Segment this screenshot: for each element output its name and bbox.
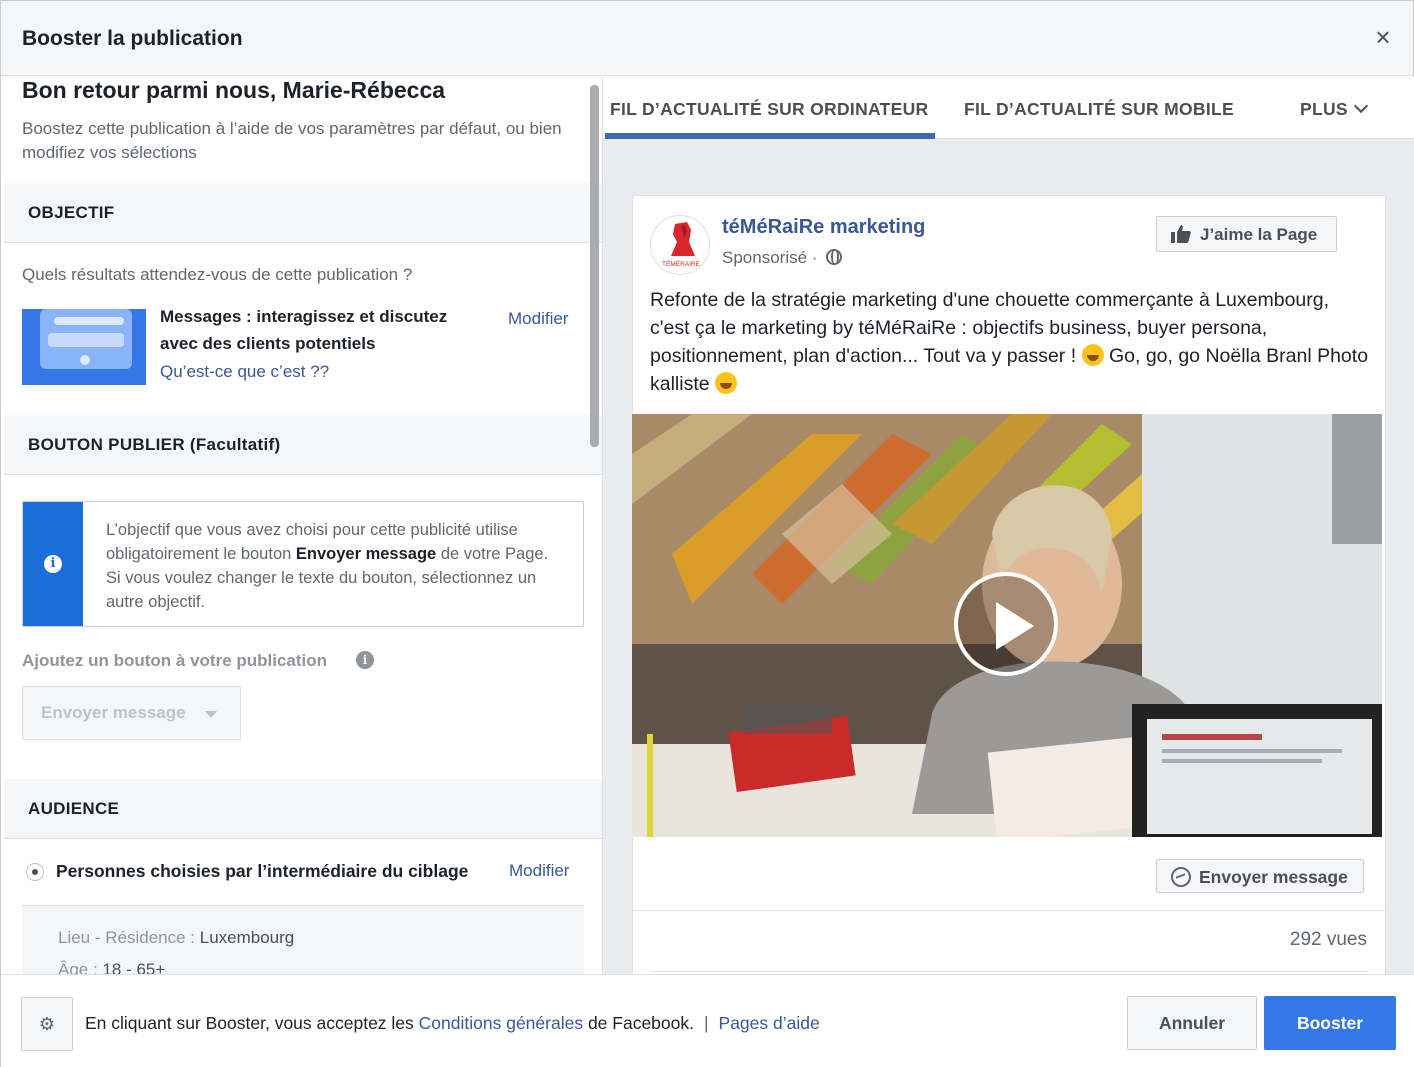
add-button-label: Ajoutez un bouton à votre publication (22, 651, 328, 670)
send-message-label: Envoyer message (1199, 867, 1348, 887)
audience-age: Âge : 18 - 65+ (58, 960, 166, 974)
post-video[interactable] (632, 414, 1382, 837)
publish-button-heading: BOUTON PUBLIER (Facultatif) (28, 435, 281, 454)
audience-heading: AUDIENCE (28, 799, 120, 818)
close-icon[interactable]: × (1371, 24, 1395, 50)
tab-mobile-feed[interactable]: FIL D’ACTUALITÉ SUR MOBILE (964, 99, 1234, 120)
terms-text: En cliquant sur Booster, vous acceptez l… (85, 1013, 820, 1033)
page-avatar: TÉMÉRAIRE (650, 215, 710, 275)
send-message-button[interactable]: Envoyer message (1156, 859, 1364, 893)
audience-details: Lieu - Résidence : Luxembourg Âge : 18 -… (22, 905, 584, 974)
footer-separator: | (703, 1013, 709, 1033)
info-icon[interactable]: i (356, 651, 374, 669)
dialog-header: Booster la publication × (1, 1, 1413, 76)
laughing-emoji-icon (1081, 344, 1104, 366)
caret-down-icon (205, 711, 217, 718)
hugging-emoji-icon (715, 372, 738, 394)
like-page-button[interactable]: J’aime la Page (1156, 216, 1337, 252)
info-bar: i (23, 502, 83, 626)
info-icon: i (44, 555, 62, 573)
audience-modify-link[interactable]: Modifier (509, 861, 569, 881)
objective-modify-link[interactable]: Modifier (508, 309, 568, 329)
left-scrollbar[interactable] (590, 85, 599, 447)
post-preview-card: TÉMÉRAIRE téMéRaiRe marketing Sponsorisé… (632, 195, 1386, 974)
tab-desktop-feed[interactable]: FIL D’ACTUALITÉ SUR ORDINATEUR (610, 99, 928, 120)
dialog-title: Booster la publication (22, 27, 243, 50)
dialog-footer: ⚙ En cliquant sur Booster, vous acceptez… (1, 974, 1414, 1067)
messages-illustration-icon (22, 309, 146, 385)
like-page-label: J’aime la Page (1200, 225, 1318, 244)
audience-location: Lieu - Résidence : Luxembourg (58, 928, 295, 947)
cta-button-dropdown[interactable]: Envoyer message (22, 686, 241, 740)
messenger-icon (1171, 867, 1191, 887)
settings-button[interactable]: ⚙ (21, 997, 73, 1051)
objective-question: Quels résultats attendez-vous de cette p… (22, 265, 413, 284)
publish-button-section-header: BOUTON PUBLIER (Facultatif) (4, 415, 602, 475)
chevron-down-icon (1353, 98, 1368, 114)
what-is-this-link[interactable]: Qu’est-ce que c’est ?? (160, 362, 329, 382)
divider (633, 910, 1385, 911)
settings-panel[interactable]: Bon retour parmi nous, Marie-Rébecca Boo… (4, 77, 602, 974)
view-count: 292 vues (1289, 929, 1367, 950)
help-pages-link[interactable]: Pages d’aide (719, 1013, 820, 1033)
page-name[interactable]: téMéRaiRe marketing (722, 216, 925, 239)
info-text: L’objectif que vous avez choisi pour cet… (106, 521, 549, 611)
gear-icon: ⚙ (38, 1014, 56, 1034)
sponsored-label: Sponsorisé · (722, 248, 843, 268)
post-text: Refonte de la stratégie marketing d'une … (650, 289, 1369, 395)
preview-tabs: FIL D’ACTUALITÉ SUR ORDINATEUR FIL D’ACT… (603, 77, 1414, 139)
audience-section-header: AUDIENCE (4, 779, 602, 839)
audience-radio[interactable] (26, 863, 44, 881)
terms-link[interactable]: Conditions générales (419, 1013, 583, 1033)
active-tab-indicator (605, 133, 935, 139)
objective-choice-title: Messages : interagissez et discutez avec… (160, 307, 448, 353)
objective-heading: OBJECTIF (28, 203, 115, 222)
audience-choice-label: Personnes choisies par l’intermédiaire d… (56, 861, 469, 881)
objective-section-header: OBJECTIF (4, 183, 602, 243)
cancel-button[interactable]: Annuler (1127, 996, 1257, 1050)
globe-icon (826, 249, 843, 265)
avatar-logo-text: TÉMÉRAIRE (662, 259, 701, 268)
preview-panel: FIL D’ACTUALITÉ SUR ORDINATEUR FIL D’ACT… (602, 77, 1414, 974)
welcome-subtitle: Boostez cette publication à l’aide de vo… (22, 119, 562, 162)
play-button[interactable] (954, 572, 1058, 676)
objective-info-box: i L’objectif que vous avez choisi pour c… (22, 501, 584, 627)
boost-button[interactable]: Booster (1264, 996, 1396, 1050)
tab-more[interactable]: PLUS (1300, 98, 1368, 120)
divider (650, 971, 1368, 972)
thumb-up-icon (1171, 225, 1191, 243)
cta-dropdown-value: Envoyer message (41, 703, 186, 722)
welcome-title: Bon retour parmi nous, Marie-Rébecca (22, 77, 446, 103)
boost-post-dialog: Booster la publication × Bon retour parm… (0, 0, 1414, 1067)
